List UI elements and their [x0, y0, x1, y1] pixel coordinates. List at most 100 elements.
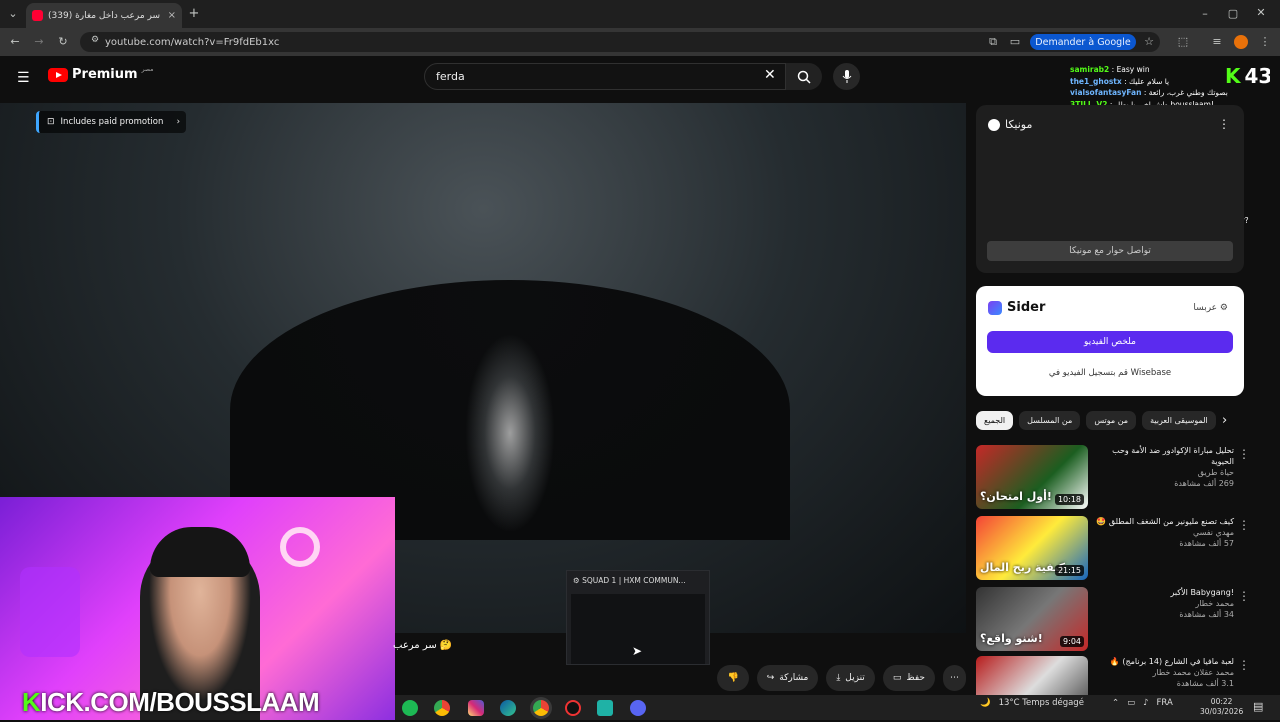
monica-button[interactable]: تواصل حوار مع مونيكا	[987, 241, 1233, 261]
logo-country: مصر	[141, 66, 154, 73]
recommended-video[interactable]: أول امتحان؟! 10:18 تحليل مباراة الإكوادور …	[976, 445, 1266, 511]
extensions-icon[interactable]: ⬚	[1176, 35, 1190, 48]
close-window-icon[interactable]: ✕	[1254, 6, 1268, 19]
more-actions-button[interactable]: ⋯	[943, 665, 966, 691]
download-label: تنزيل	[845, 673, 865, 683]
hamburger-menu-icon[interactable]: ☰	[17, 70, 30, 86]
video-title[interactable]: لعبة مافيا في الشارع (14 برنامج) 🔥	[1094, 656, 1234, 667]
bookmark-star-icon[interactable]: ☆	[1142, 35, 1156, 48]
instagram-icon[interactable]	[468, 700, 484, 716]
channel-name[interactable]: مهدي نفسي	[1094, 527, 1234, 538]
discord-icon[interactable]	[630, 700, 646, 716]
forward-icon[interactable]: →	[32, 35, 46, 48]
new-tab-icon[interactable]: +	[187, 6, 201, 21]
video-meta: تحليل مباراة الإكوادور ضد الأمة وحب الحي…	[1094, 445, 1234, 489]
dislike-button[interactable]: 👎	[717, 665, 749, 691]
chevron-right-icon: ›	[176, 117, 180, 127]
filter-chip[interactable]: من المسلسل	[1019, 410, 1081, 430]
monica-more-icon[interactable]: ⋮	[1218, 117, 1230, 131]
video-more-icon[interactable]: ⋮	[1238, 447, 1250, 461]
obs-icon[interactable]	[565, 700, 581, 716]
taskbar-clock[interactable]: 00:22 30/03/2026	[1200, 697, 1243, 717]
volume-icon[interactable]: ♪	[1143, 698, 1148, 708]
language-indicator[interactable]: FRA	[1157, 698, 1173, 708]
filter-chip[interactable]: الجميع	[976, 410, 1014, 430]
app-icon[interactable]	[597, 700, 613, 716]
video-thumbnail[interactable]: شنو واقع؟! 9:04	[976, 587, 1088, 651]
filter-chip[interactable]: الموسيقى العربية	[1142, 410, 1216, 430]
channel-name[interactable]: حياة طريق	[1094, 467, 1234, 478]
voice-search-button[interactable]	[833, 63, 860, 90]
filter-chips: الجميع من المسلسل من موتس الموسيقى العربية	[976, 410, 1252, 430]
sider-name: Sider	[1007, 300, 1046, 315]
youtube-favicon-icon	[32, 10, 43, 21]
summarize-video-button[interactable]: ملخص الفيديو	[987, 331, 1233, 353]
cast-icon[interactable]: ▭	[1008, 35, 1022, 48]
minimize-icon[interactable]: –	[1198, 7, 1212, 20]
maximize-icon[interactable]: ▢	[1226, 7, 1240, 20]
translate-icon[interactable]: ⧉	[986, 35, 1000, 49]
tray-overflow-icon[interactable]: ⌃	[1112, 698, 1119, 708]
video-title[interactable]: تحليل مباراة الإكوادور ضد الأمة وحب الحي…	[1094, 445, 1234, 467]
recommended-video[interactable]: كيفية ربح المال 21:15 كيف تصنع مليونير من …	[976, 516, 1266, 582]
edge-icon[interactable]	[500, 700, 516, 716]
kick-url-rest: ICK.COM/BOUSSLAAM	[40, 687, 320, 717]
reading-list-icon[interactable]: ≡	[1210, 35, 1224, 48]
share-button[interactable]: ↪ مشاركة	[756, 665, 819, 691]
youtube-logo[interactable]: Premium مصر	[48, 66, 154, 82]
sider-language[interactable]: عربسا ⚙	[1193, 303, 1228, 313]
chrome-icon[interactable]	[434, 700, 450, 716]
video-more-icon[interactable]: ⋮	[1238, 518, 1250, 532]
page-scrollbar[interactable]	[1270, 56, 1280, 695]
ask-google-button[interactable]: Demander à Google	[1030, 34, 1136, 50]
share-label: مشاركة	[779, 673, 809, 683]
chips-next-icon[interactable]: ›	[1222, 413, 1227, 428]
video-meta: !Babygang الأكبر محمد خطار 34 ألف مشاهدة	[1094, 587, 1234, 620]
video-more-icon[interactable]: ⋮	[1238, 658, 1250, 672]
ask-google-label: Demander à Google	[1035, 36, 1131, 48]
view-count: 57 ألف مشاهدة	[1179, 539, 1234, 548]
save-button[interactable]: ▭ حفظ	[882, 665, 935, 691]
profile-avatar[interactable]	[1234, 35, 1248, 49]
site-info-icon[interactable]: ⚙	[88, 35, 102, 45]
chat-message: the1_ghostx : يا سلام عليك	[1070, 76, 1250, 88]
view-count: 269 ألف مشاهدة	[1174, 479, 1234, 488]
sider-logo: Sider	[988, 300, 1045, 315]
network-icon[interactable]: ▭	[1127, 698, 1135, 708]
ring-light	[280, 527, 320, 567]
thumbnail-text: كيفية ربح المال	[980, 561, 1065, 574]
clear-search-icon[interactable]: ✕	[764, 67, 776, 83]
video-thumbnail[interactable]: أول امتحان؟! 10:18	[976, 445, 1088, 509]
close-tab-icon[interactable]: ×	[168, 10, 176, 21]
back-icon[interactable]: ←	[8, 35, 22, 48]
channel-name[interactable]: محمد عقلان محمد خطار	[1094, 667, 1234, 678]
download-button[interactable]: ⤓ تنزيل	[826, 665, 875, 691]
search-button[interactable]	[786, 63, 822, 90]
paid-promotion-text: Includes paid promotion	[60, 117, 164, 127]
spotify-icon[interactable]	[402, 700, 418, 716]
search-input[interactable]: ferda	[424, 63, 786, 90]
viewer-count: 43	[1244, 64, 1273, 88]
reload-icon[interactable]: ↻	[56, 35, 70, 48]
channel-name[interactable]: محمد خطار	[1094, 598, 1234, 609]
video-title[interactable]: كيف تصنع مليونير من الشغف المطلق 🤩	[1094, 516, 1234, 527]
chat-username: samirab2	[1070, 65, 1110, 74]
video-more-icon[interactable]: ⋮	[1238, 589, 1250, 603]
video-thumbnail[interactable]: كيفية ربح المال 21:15	[976, 516, 1088, 580]
chrome-menu-icon[interactable]: ⋮	[1258, 35, 1272, 48]
paid-promotion-badge[interactable]: ⊡ Includes paid promotion ›	[36, 111, 186, 133]
search-icon	[797, 70, 811, 84]
chrome-active-icon[interactable]	[533, 700, 549, 716]
emote-caption: سر مرعب 🤔	[393, 640, 453, 651]
monica-title: مونيكا	[1005, 118, 1033, 131]
tab-list-icon[interactable]: ⌄	[6, 7, 20, 20]
filter-chip[interactable]: من موتس	[1086, 410, 1137, 430]
recommended-video[interactable]: شنو واقع؟! 9:04 !Babygang الأكبر محمد خطار 3…	[976, 587, 1266, 653]
browser-tab[interactable]: سر مرعب داخل مغارة (339) ×	[26, 3, 182, 28]
weather-moon-icon: 🌙	[980, 698, 991, 708]
video-duration: 10:18	[1054, 494, 1084, 505]
video-title[interactable]: !Babygang الأكبر	[1094, 587, 1234, 598]
wisebase-button[interactable]: قم بتسجيل الفيديو في Wisebase	[987, 363, 1233, 383]
weather-text: 13°C Temps dégagé	[998, 698, 1084, 708]
notifications-icon[interactable]: ▤	[1253, 700, 1263, 713]
